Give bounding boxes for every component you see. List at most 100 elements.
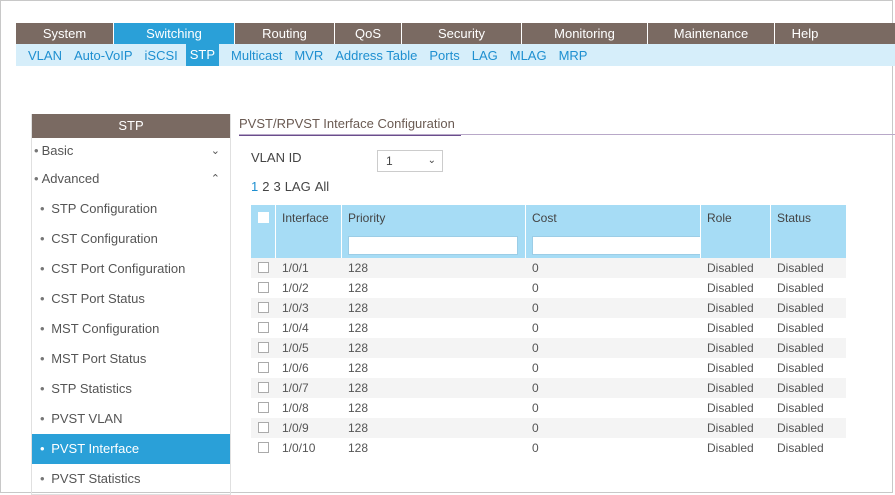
cost-cell: 0 — [532, 261, 539, 275]
status-cell: Disabled — [777, 441, 824, 455]
subnav-multicast[interactable]: Multicast — [231, 48, 282, 63]
interface-cell: 1/0/7 — [282, 381, 309, 395]
subnav-stp[interactable]: STP — [185, 44, 220, 66]
row-select-cell — [251, 338, 276, 358]
role-cell: Disabled — [707, 321, 754, 335]
menu-item-label: MST Configuration — [51, 321, 160, 336]
table-body: 1/0/1 128 0 Disabled Disabled 1/0/2 128 0 Disabl… — [251, 258, 846, 458]
pager-1[interactable]: 1 — [251, 179, 258, 194]
row-checkbox[interactable] — [258, 382, 269, 394]
menu-advanced[interactable]: • Advanced ⌃ — [32, 164, 230, 194]
interface-cell: 1/0/6 — [282, 361, 309, 375]
table-row[interactable]: 1/0/10 128 0 Disabled Disabled — [251, 438, 846, 458]
row-checkbox[interactable] — [258, 282, 269, 294]
table-row[interactable]: 1/0/8 128 0 Disabled Disabled — [251, 398, 846, 418]
title-divider — [239, 134, 895, 135]
tab-routing[interactable]: Routing — [235, 23, 335, 44]
menu-item-label: STP Statistics — [51, 381, 132, 396]
priority-cell: 128 — [348, 301, 369, 315]
cost-cell: 0 — [532, 441, 539, 455]
menu-item-label: PVST Statistics — [51, 471, 141, 486]
row-checkbox[interactable] — [258, 402, 269, 414]
subnav-ports[interactable]: Ports — [429, 48, 459, 63]
priority-cell: 128 — [348, 441, 369, 455]
subnav-mvr[interactable]: MVR — [294, 48, 323, 63]
table-row[interactable]: 1/0/6 128 0 Disabled Disabled — [251, 358, 846, 378]
row-checkbox[interactable] — [258, 322, 269, 334]
menu-basic[interactable]: • Basic ⌄ — [32, 138, 230, 164]
row-select-cell — [251, 298, 276, 318]
menu-item-pvst-vlan[interactable]: • PVST VLAN — [32, 404, 230, 434]
menu-item-cst-configuration[interactable]: • CST Configuration — [32, 224, 230, 254]
role-cell: Disabled — [707, 361, 754, 375]
table-row[interactable]: 1/0/4 128 0 Disabled Disabled — [251, 318, 846, 338]
row-checkbox[interactable] — [258, 362, 269, 374]
priority-input[interactable] — [348, 235, 518, 255]
menu-item-stp-configuration[interactable]: • STP Configuration — [32, 194, 230, 224]
header-cost[interactable]: Cost — [526, 205, 701, 232]
pager-all[interactable]: All — [315, 179, 329, 194]
row-checkbox[interactable] — [258, 262, 269, 274]
priority-cell: 128 — [348, 381, 369, 395]
priority-cell: 128 — [348, 321, 369, 335]
cost-cell: 0 — [532, 381, 539, 395]
tab-qos[interactable]: QoS — [335, 23, 402, 44]
status-cell: Disabled — [777, 301, 824, 315]
row-checkbox[interactable] — [258, 422, 269, 434]
table-row[interactable]: 1/0/7 128 0 Disabled Disabled — [251, 378, 846, 398]
tab-security[interactable]: Security — [402, 23, 522, 44]
cost-cell: 0 — [532, 301, 539, 315]
row-checkbox[interactable] — [258, 302, 269, 314]
bullet-icon: • — [40, 201, 45, 216]
tab-monitoring[interactable]: Monitoring — [522, 23, 648, 44]
cost-input[interactable] — [532, 235, 700, 255]
select-all-checkbox[interactable] — [257, 212, 269, 224]
menu-item-cst-port-configuration[interactable]: • CST Port Configuration — [32, 254, 230, 284]
bullet-icon: • — [40, 381, 45, 396]
row-checkbox[interactable] — [258, 342, 269, 354]
header-interface[interactable]: Interface — [276, 205, 342, 232]
menu-item-label: MST Port Status — [51, 351, 147, 366]
vlan-id-select[interactable]: 1 ⌄ — [377, 150, 443, 172]
table-row[interactable]: 1/0/5 128 0 Disabled Disabled — [251, 338, 846, 358]
tab-maintenance[interactable]: Maintenance — [648, 23, 775, 44]
menu-item-label: CST Port Status — [51, 291, 145, 306]
subnav-iscsi[interactable]: iSCSI — [145, 48, 178, 63]
pager-lag[interactable]: LAG — [285, 179, 311, 194]
tab-switching[interactable]: Switching — [114, 23, 235, 44]
interface-cell: 1/0/8 — [282, 401, 309, 415]
table-row[interactable]: 1/0/2 128 0 Disabled Disabled — [251, 278, 846, 298]
table-row[interactable]: 1/0/9 128 0 Disabled Disabled — [251, 418, 846, 438]
subnav-address-table[interactable]: Address Table — [335, 48, 417, 63]
header-priority[interactable]: Priority — [342, 205, 526, 232]
subnav-lag[interactable]: LAG — [472, 48, 498, 63]
menu-item-label: PVST VLAN — [51, 411, 123, 426]
interface-cell: 1/0/3 — [282, 301, 309, 315]
pager-3[interactable]: 3 — [273, 179, 280, 194]
pager-2[interactable]: 2 — [262, 179, 269, 194]
top-nav: System Switching Routing QoS Security Mo… — [16, 23, 895, 44]
header-status[interactable]: Status — [771, 205, 846, 232]
row-checkbox[interactable] — [258, 442, 269, 454]
menu-item-label: CST Configuration — [51, 231, 158, 246]
menu-item-mst-configuration[interactable]: • MST Configuration — [32, 314, 230, 344]
menu-item-mst-port-status[interactable]: • MST Port Status — [32, 344, 230, 374]
menu-item-stp-statistics[interactable]: • STP Statistics — [32, 374, 230, 404]
table-row[interactable]: 1/0/1 128 0 Disabled Disabled — [251, 258, 846, 278]
tab-help[interactable]: Help — [775, 23, 835, 44]
menu-item-cst-port-status[interactable]: • CST Port Status — [32, 284, 230, 314]
menu-item-pvst-interface[interactable]: • PVST Interface — [32, 434, 230, 464]
header-role[interactable]: Role — [701, 205, 771, 232]
subnav-mlag[interactable]: MLAG — [510, 48, 547, 63]
subnav-auto-voip[interactable]: Auto-VoIP — [74, 48, 133, 63]
role-cell: Disabled — [707, 341, 754, 355]
menu-item-pvst-statistics[interactable]: • PVST Statistics — [32, 464, 230, 494]
tab-system[interactable]: System — [16, 23, 114, 44]
table-row[interactable]: 1/0/3 128 0 Disabled Disabled — [251, 298, 846, 318]
bullet-icon: • — [40, 351, 45, 366]
subnav-vlan[interactable]: VLAN — [28, 48, 62, 63]
bullet-icon: • — [34, 171, 39, 186]
filter-row — [251, 232, 846, 258]
role-cell: Disabled — [707, 401, 754, 415]
subnav-mrp[interactable]: MRP — [559, 48, 588, 63]
